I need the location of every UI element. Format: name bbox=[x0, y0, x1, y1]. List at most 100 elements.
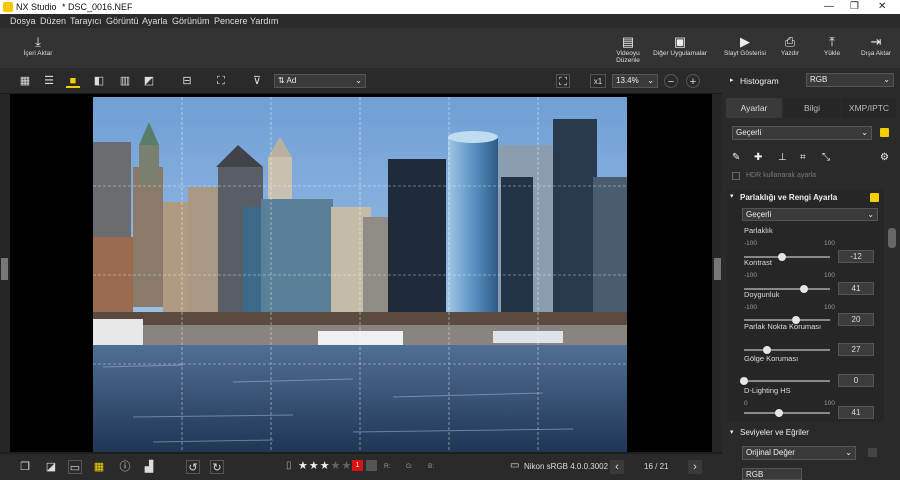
slideshow-label: Slayt Gösterisi bbox=[724, 50, 766, 57]
grid-overlay-icon[interactable]: ▦ bbox=[92, 460, 106, 474]
slider-track[interactable] bbox=[744, 346, 830, 354]
image-viewer[interactable] bbox=[10, 94, 712, 452]
menu-item-goruntu[interactable]: Görüntü bbox=[106, 16, 139, 26]
filmstrip-view-icon[interactable]: ◧ bbox=[92, 74, 106, 88]
expand-left-icon[interactable] bbox=[1, 258, 8, 280]
menu-item-ayarla[interactable]: Ayarla bbox=[142, 16, 167, 26]
star-icon[interactable]: ★ bbox=[309, 460, 320, 472]
star-icon[interactable]: ★ bbox=[298, 460, 309, 472]
close-icon[interactable]: ✕ bbox=[878, 1, 886, 12]
protect-icon[interactable]: ▯ bbox=[286, 460, 292, 471]
next-image-icon[interactable]: › bbox=[688, 460, 702, 474]
focus-point-icon[interactable]: ▭ bbox=[68, 460, 82, 474]
right-panel-toggle-strip bbox=[712, 94, 722, 452]
hdr-checkbox[interactable] bbox=[732, 172, 740, 180]
slider-value-field[interactable]: 41 bbox=[838, 282, 874, 295]
color-profile: Nikon sRGB 4.0.0.3002 bbox=[524, 462, 609, 471]
download-icon: ⤓ bbox=[35, 34, 41, 49]
zoom-select[interactable]: 13.4% ⌄ bbox=[612, 74, 658, 88]
slider-knob[interactable] bbox=[740, 377, 748, 385]
list-view-icon[interactable]: ☰ bbox=[42, 74, 56, 88]
rotate-right-icon[interactable]: ↻ bbox=[210, 460, 224, 474]
preset-select[interactable]: Geçerli ⌄ bbox=[732, 126, 872, 140]
slider-value-field[interactable]: 41 bbox=[838, 406, 874, 419]
star-icon[interactable]: ★ bbox=[320, 460, 331, 472]
slider-track[interactable] bbox=[744, 316, 830, 324]
view-toolbar: ▦ ☰ ■ ◧ ▥ ◩ ⊟ ⛶ ⊽ ⇅ Ad ⌄ ⛶ x1 13.4% ⌄ − … bbox=[0, 68, 722, 94]
filter-icon[interactable]: ⊽ bbox=[250, 74, 264, 88]
tab-xmp-iptc[interactable]: XMP/IPTC bbox=[842, 98, 896, 118]
stack-icon[interactable]: ❐ bbox=[18, 460, 32, 474]
rotate-left-icon[interactable]: ↺ bbox=[186, 460, 200, 474]
label-clear-icon[interactable] bbox=[366, 460, 377, 471]
slider-knob[interactable] bbox=[777, 253, 786, 261]
histogram-mode-select[interactable]: RGB ⌄ bbox=[806, 73, 894, 87]
retouch-brush-icon[interactable]: ✎ bbox=[732, 152, 740, 163]
zoom-in-icon[interactable]: + bbox=[686, 74, 700, 88]
levels-enable-checkbox[interactable] bbox=[868, 448, 877, 457]
star-icon[interactable]: ★ bbox=[342, 460, 353, 472]
levels-channel-select[interactable]: RGB bbox=[742, 468, 802, 480]
slider-track[interactable] bbox=[740, 377, 830, 385]
zoom-out-icon[interactable]: − bbox=[664, 74, 678, 88]
maximize-icon[interactable]: ❐ bbox=[850, 1, 859, 12]
label-badge[interactable]: 1 bbox=[352, 460, 363, 471]
menu-item-gorunum[interactable]: Görünüm bbox=[172, 16, 210, 26]
gear-icon[interactable]: ⚙ bbox=[880, 152, 889, 163]
tab-bilgi[interactable]: Bilgi bbox=[784, 98, 840, 118]
panel-scrollbar[interactable] bbox=[888, 228, 896, 248]
menu-item-yardim[interactable]: Yardım bbox=[250, 16, 278, 26]
sort-select[interactable]: ⇅ Ad ⌄ bbox=[274, 74, 366, 88]
play-icon: ▶ bbox=[740, 34, 750, 49]
collapse-arrow-icon[interactable]: ▾ bbox=[730, 192, 734, 200]
tab-ayarlar[interactable]: Ayarlar bbox=[726, 98, 782, 118]
slider-value-field[interactable]: -12 bbox=[838, 250, 874, 263]
app-name: NX Studio bbox=[16, 2, 57, 12]
rating-stars[interactable]: ★★★★★ bbox=[298, 459, 352, 472]
minimize-icon[interactable]: — bbox=[824, 1, 834, 12]
histogram-header[interactable]: Histogram bbox=[740, 76, 779, 86]
slider-value-field[interactable]: 0 bbox=[838, 374, 874, 387]
export-button[interactable]: ⇥ Dışa Aktar bbox=[856, 34, 896, 57]
section-brightness-title: Parlaklığı ve Rengi Ayarla bbox=[740, 193, 838, 202]
slider-value-field[interactable]: 27 bbox=[838, 343, 874, 356]
star-icon[interactable]: ★ bbox=[331, 460, 342, 472]
compare-icon[interactable]: ◪ bbox=[44, 460, 58, 474]
collapse-arrow-icon[interactable]: ▸ bbox=[730, 76, 734, 84]
crop-icon[interactable]: ⌗ bbox=[800, 152, 806, 163]
section-preset-select[interactable]: Geçerli ⌄ bbox=[742, 208, 878, 221]
grid-view-icon[interactable]: ▦ bbox=[18, 74, 32, 88]
layout-icon[interactable]: ⊟ bbox=[180, 74, 194, 88]
slider-max: 100 bbox=[824, 272, 835, 279]
single-view-icon[interactable]: ■ bbox=[66, 74, 80, 88]
compare-view-icon[interactable]: ◩ bbox=[142, 74, 156, 88]
prev-image-icon[interactable]: ‹ bbox=[610, 460, 624, 474]
levels-preset-select[interactable]: Orijinal Değer ⌄ bbox=[742, 446, 856, 460]
info-icon[interactable]: ⓘ bbox=[118, 460, 132, 474]
collapse-arrow-icon[interactable]: ▾ bbox=[730, 428, 734, 436]
menu-item-dosya[interactable]: Dosya bbox=[10, 16, 36, 26]
perspective-icon[interactable]: ⤡ bbox=[822, 152, 830, 163]
expand-right-icon[interactable] bbox=[714, 258, 721, 280]
bandage-icon[interactable]: ✚ bbox=[754, 152, 762, 163]
other-apps-button[interactable]: ▣ Diğer Uygulamalar bbox=[652, 34, 708, 57]
menu-item-tarayici[interactable]: Tarayıcı bbox=[70, 16, 102, 26]
video-editor-button[interactable]: ▤ Videoyu Düzenle bbox=[604, 34, 652, 64]
menu-item-duzen[interactable]: Düzen bbox=[40, 16, 66, 26]
upload-button[interactable]: ⤒ Yükle bbox=[816, 34, 848, 57]
section-enable-checkbox[interactable] bbox=[870, 193, 879, 202]
multi-view-icon[interactable]: ▥ bbox=[118, 74, 132, 88]
slideshow-button[interactable]: ▶ Slayt Gösterisi bbox=[722, 34, 768, 57]
slider-label: Parlaklık bbox=[744, 226, 773, 235]
import-button[interactable]: ⤓ İçeri Aktar bbox=[20, 34, 56, 57]
menu-item-pencere[interactable]: Pencere bbox=[214, 16, 248, 26]
histogram-icon[interactable]: ▟ bbox=[142, 460, 156, 474]
fit-screen-icon[interactable]: ⛶ bbox=[556, 74, 570, 88]
slider-value-field[interactable]: 20 bbox=[838, 313, 874, 326]
print-button[interactable]: ⎙ Yazdır bbox=[774, 34, 806, 57]
preset-enable-checkbox[interactable] bbox=[880, 128, 889, 137]
slider-track[interactable] bbox=[744, 409, 830, 417]
actual-size-button[interactable]: x1 bbox=[590, 74, 606, 88]
straighten-icon[interactable]: ⊥ bbox=[778, 152, 787, 163]
fullscreen-icon[interactable]: ⛶ bbox=[214, 74, 228, 88]
